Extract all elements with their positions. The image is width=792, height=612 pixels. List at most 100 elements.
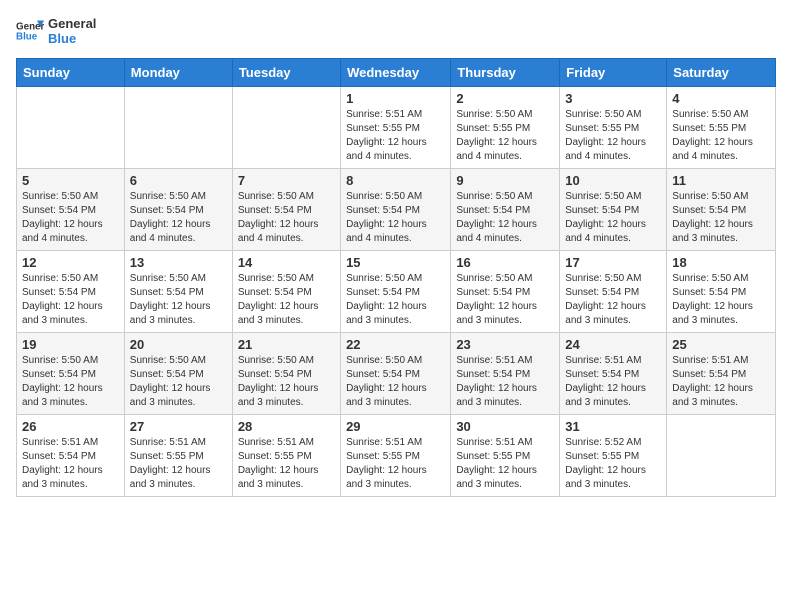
day-cell-18: 18Sunrise: 5:50 AM Sunset: 5:54 PM Dayli… (667, 251, 776, 333)
day-number: 23 (456, 337, 554, 352)
week-row-2: 5 Sunrise: 5:50 AM Sunset: 5:54 PM Daylig… (17, 169, 776, 251)
day-info: Sunrise: 5:50 AM Sunset: 5:55 PM Dayligh… (565, 108, 661, 164)
day-cell-25: 25Sunrise: 5:51 AM Sunset: 5:54 PM Dayli… (667, 333, 776, 415)
day-cell-19: 19 Sunrise: 5:50 AM Sunset: 5:54 PM Dayli… (17, 333, 125, 415)
day-number: 6 (130, 173, 227, 188)
day-info: Sunrise: 5:50 AM Sunset: 5:54 PM Dayligh… (238, 272, 335, 328)
day-cell-17: 17 Sunrise: 5:50 AM Sunset: 5:54 PM Dayli… (560, 251, 667, 333)
day-number: 22 (346, 337, 445, 352)
day-number: 10 (565, 173, 661, 188)
empty-cell (667, 415, 776, 497)
day-info: Sunrise: 5:50 AM Sunset: 5:54 PM Dayligh… (672, 272, 770, 328)
day-cell-10: 10 Sunrise: 5:50 AM Sunset: 5:54 PM Dayli… (560, 169, 667, 251)
day-number: 24 (565, 337, 661, 352)
day-info: Sunrise: 5:51 AM Sunset: 5:55 PM Dayligh… (130, 436, 227, 492)
empty-cell (232, 87, 340, 169)
day-info: Sunrise: 5:50 AM Sunset: 5:54 PM Dayligh… (346, 272, 445, 328)
day-number: 2 (456, 91, 554, 106)
day-cell-6: 6 Sunrise: 5:50 AM Sunset: 5:54 PM Daylig… (124, 169, 232, 251)
day-cell-12: 12 Sunrise: 5:50 AM Sunset: 5:54 PM Dayli… (17, 251, 125, 333)
day-info: Sunrise: 5:50 AM Sunset: 5:54 PM Dayligh… (238, 190, 335, 246)
week-row-4: 19 Sunrise: 5:50 AM Sunset: 5:54 PM Dayli… (17, 333, 776, 415)
day-info: Sunrise: 5:51 AM Sunset: 5:55 PM Dayligh… (346, 108, 445, 164)
day-number: 13 (130, 255, 227, 270)
day-cell-4: 4 Sunrise: 5:50 AM Sunset: 5:55 PM Daylig… (667, 87, 776, 169)
day-info: Sunrise: 5:50 AM Sunset: 5:55 PM Dayligh… (672, 108, 770, 164)
day-info: Sunrise: 5:50 AM Sunset: 5:54 PM Dayligh… (22, 272, 119, 328)
weekday-header-monday: Monday (124, 59, 232, 87)
weekday-header-thursday: Thursday (451, 59, 560, 87)
day-number: 4 (672, 91, 770, 106)
empty-cell (17, 87, 125, 169)
day-cell-16: 16 Sunrise: 5:50 AM Sunset: 5:54 PM Dayli… (451, 251, 560, 333)
day-number: 14 (238, 255, 335, 270)
day-number: 29 (346, 419, 445, 434)
day-cell-14: 14 Sunrise: 5:50 AM Sunset: 5:54 PM Dayli… (232, 251, 340, 333)
week-row-3: 12 Sunrise: 5:50 AM Sunset: 5:54 PM Dayli… (17, 251, 776, 333)
day-cell-29: 29 Sunrise: 5:51 AM Sunset: 5:55 PM Dayli… (341, 415, 451, 497)
day-info: Sunrise: 5:50 AM Sunset: 5:55 PM Dayligh… (456, 108, 554, 164)
day-info: Sunrise: 5:51 AM Sunset: 5:54 PM Dayligh… (565, 354, 661, 410)
day-info: Sunrise: 5:50 AM Sunset: 5:54 PM Dayligh… (456, 272, 554, 328)
day-number: 27 (130, 419, 227, 434)
day-number: 7 (238, 173, 335, 188)
day-number: 11 (672, 173, 770, 188)
day-number: 26 (22, 419, 119, 434)
day-number: 15 (346, 255, 445, 270)
day-cell-7: 7 Sunrise: 5:50 AM Sunset: 5:54 PM Daylig… (232, 169, 340, 251)
day-number: 12 (22, 255, 119, 270)
svg-text:Blue: Blue (16, 31, 38, 42)
week-row-5: 26Sunrise: 5:51 AM Sunset: 5:54 PM Dayli… (17, 415, 776, 497)
logo-blue: Blue (48, 31, 96, 46)
page-header: General Blue General Blue (16, 16, 776, 46)
day-info: Sunrise: 5:50 AM Sunset: 5:54 PM Dayligh… (22, 190, 119, 246)
weekday-header-friday: Friday (560, 59, 667, 87)
day-cell-5: 5 Sunrise: 5:50 AM Sunset: 5:54 PM Daylig… (17, 169, 125, 251)
weekday-header-saturday: Saturday (667, 59, 776, 87)
day-info: Sunrise: 5:50 AM Sunset: 5:54 PM Dayligh… (130, 272, 227, 328)
day-number: 20 (130, 337, 227, 352)
day-number: 30 (456, 419, 554, 434)
calendar-table: SundayMondayTuesdayWednesdayThursdayFrid… (16, 58, 776, 497)
day-cell-23: 23 Sunrise: 5:51 AM Sunset: 5:54 PM Dayli… (451, 333, 560, 415)
day-cell-3: 3Sunrise: 5:50 AM Sunset: 5:55 PM Daylig… (560, 87, 667, 169)
day-cell-20: 20 Sunrise: 5:50 AM Sunset: 5:54 PM Dayli… (124, 333, 232, 415)
day-number: 28 (238, 419, 335, 434)
day-cell-28: 28Sunrise: 5:51 AM Sunset: 5:55 PM Dayli… (232, 415, 340, 497)
weekday-header-row: SundayMondayTuesdayWednesdayThursdayFrid… (17, 59, 776, 87)
day-cell-26: 26Sunrise: 5:51 AM Sunset: 5:54 PM Dayli… (17, 415, 125, 497)
day-cell-8: 8 Sunrise: 5:50 AM Sunset: 5:54 PM Daylig… (341, 169, 451, 251)
day-number: 1 (346, 91, 445, 106)
day-info: Sunrise: 5:50 AM Sunset: 5:54 PM Dayligh… (565, 272, 661, 328)
day-cell-11: 11 Sunrise: 5:50 AM Sunset: 5:54 PM Dayli… (667, 169, 776, 251)
day-info: Sunrise: 5:50 AM Sunset: 5:54 PM Dayligh… (130, 190, 227, 246)
logo-icon: General Blue (16, 17, 44, 45)
day-number: 25 (672, 337, 770, 352)
day-cell-27: 27 Sunrise: 5:51 AM Sunset: 5:55 PM Dayli… (124, 415, 232, 497)
day-number: 31 (565, 419, 661, 434)
logo-general: General (48, 16, 96, 31)
day-cell-21: 21Sunrise: 5:50 AM Sunset: 5:54 PM Dayli… (232, 333, 340, 415)
day-cell-30: 30Sunrise: 5:51 AM Sunset: 5:55 PM Dayli… (451, 415, 560, 497)
day-info: Sunrise: 5:50 AM Sunset: 5:54 PM Dayligh… (672, 190, 770, 246)
day-number: 16 (456, 255, 554, 270)
logo: General Blue General Blue (16, 16, 96, 46)
day-info: Sunrise: 5:51 AM Sunset: 5:54 PM Dayligh… (456, 354, 554, 410)
weekday-header-wednesday: Wednesday (341, 59, 451, 87)
day-info: Sunrise: 5:52 AM Sunset: 5:55 PM Dayligh… (565, 436, 661, 492)
day-info: Sunrise: 5:51 AM Sunset: 5:55 PM Dayligh… (346, 436, 445, 492)
day-number: 5 (22, 173, 119, 188)
weekday-header-tuesday: Tuesday (232, 59, 340, 87)
day-info: Sunrise: 5:50 AM Sunset: 5:54 PM Dayligh… (346, 354, 445, 410)
day-info: Sunrise: 5:50 AM Sunset: 5:54 PM Dayligh… (346, 190, 445, 246)
day-cell-9: 9Sunrise: 5:50 AM Sunset: 5:54 PM Daylig… (451, 169, 560, 251)
day-number: 19 (22, 337, 119, 352)
day-number: 9 (456, 173, 554, 188)
day-info: Sunrise: 5:50 AM Sunset: 5:54 PM Dayligh… (22, 354, 119, 410)
day-info: Sunrise: 5:50 AM Sunset: 5:54 PM Dayligh… (565, 190, 661, 246)
day-number: 17 (565, 255, 661, 270)
day-info: Sunrise: 5:50 AM Sunset: 5:54 PM Dayligh… (130, 354, 227, 410)
day-cell-15: 15 Sunrise: 5:50 AM Sunset: 5:54 PM Dayli… (341, 251, 451, 333)
day-number: 8 (346, 173, 445, 188)
day-cell-13: 13 Sunrise: 5:50 AM Sunset: 5:54 PM Dayli… (124, 251, 232, 333)
